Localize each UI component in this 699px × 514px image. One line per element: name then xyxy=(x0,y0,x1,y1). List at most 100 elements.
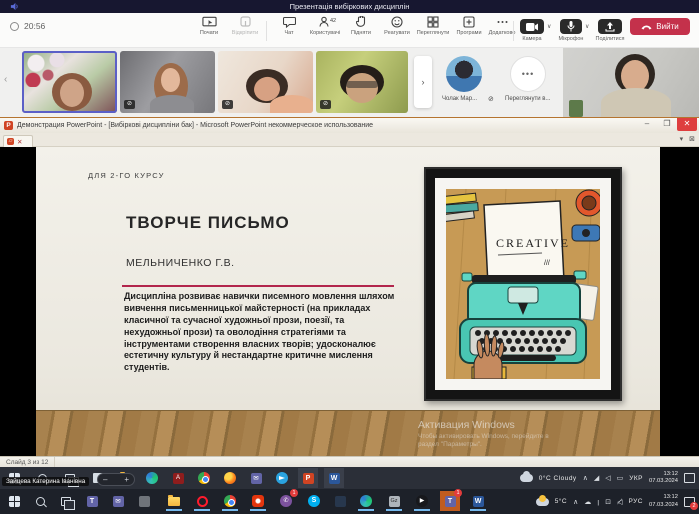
volume-icon[interactable]: ◁ xyxy=(605,474,610,482)
weather-text[interactable]: 5°C xyxy=(555,498,567,505)
viber-icon[interactable]: ✆1 xyxy=(276,491,296,511)
raise-hand-button[interactable]: Підняти xyxy=(344,16,378,36)
chat-button[interactable]: Чат xyxy=(272,16,306,36)
acrobat-icon[interactable]: A xyxy=(168,468,188,488)
video-tile-1[interactable] xyxy=(22,51,117,113)
clock[interactable]: 13:1207.03.2024 xyxy=(649,471,678,485)
search-button[interactable] xyxy=(30,491,50,511)
present-button[interactable]: Почати xyxy=(192,16,226,36)
mail-icon[interactable]: ✉ xyxy=(108,491,128,511)
leave-button[interactable]: Вийти xyxy=(630,18,690,35)
svg-text:///: /// xyxy=(544,260,550,267)
slideshow-tab[interactable]: ▱ ✕ xyxy=(3,135,33,147)
apps-icon xyxy=(463,16,475,28)
strip-scroll-right[interactable]: › xyxy=(414,56,432,108)
apps-button[interactable]: Програми xyxy=(452,16,486,36)
camera-button[interactable] xyxy=(520,19,544,34)
toolbar-separator xyxy=(513,21,514,41)
notification-icon[interactable]: 2 xyxy=(684,497,695,507)
slide-viewport: ДЛЯ 2-ГО КУРСУ ТВОРЧЕ ПИСЬМО МЕЛЬНИЧЕНКО… xyxy=(0,147,699,456)
mail-icon[interactable]: ✉ xyxy=(246,468,266,488)
display-cast-icon[interactable]: ⊡ xyxy=(605,498,611,506)
media-player-icon[interactable]: ▶ xyxy=(412,491,432,511)
unpin-icon xyxy=(239,16,252,28)
app-gz-icon[interactable]: Gz xyxy=(384,491,404,511)
weather-sun-cloud-icon[interactable] xyxy=(536,498,549,506)
mic-chevron[interactable]: ∨ xyxy=(585,23,589,30)
minimize-button[interactable]: – xyxy=(637,118,657,131)
language-indicator[interactable]: РУС xyxy=(628,498,643,505)
battery-icon[interactable]: ▭ xyxy=(617,474,624,482)
slide-kicker: ДЛЯ 2-ГО КУРСУ xyxy=(88,171,165,180)
video-tile-4[interactable]: ⊘ xyxy=(316,51,408,113)
mic-button[interactable] xyxy=(560,19,582,34)
react-button[interactable]: Реагувати xyxy=(380,16,414,36)
app-dark-icon[interactable] xyxy=(330,491,350,511)
slide-counter: Слайд 3 из 12 xyxy=(0,457,55,467)
firefox-icon[interactable] xyxy=(220,468,240,488)
task-view-button[interactable] xyxy=(56,491,76,511)
word-taskbar-icon[interactable]: W xyxy=(468,491,488,511)
zoom-out-icon[interactable]: – xyxy=(103,475,107,484)
chrome-icon[interactable] xyxy=(194,468,214,488)
teams-active-icon[interactable]: T1 xyxy=(440,491,460,511)
browser-red-icon[interactable] xyxy=(248,491,268,511)
dropdown-chevron-icon[interactable]: ▾ xyxy=(680,135,684,143)
video-tile-3[interactable]: ⊘ xyxy=(218,51,313,113)
timer-icon xyxy=(10,22,19,31)
telegram-icon[interactable] xyxy=(272,468,292,488)
coffee-cup xyxy=(572,190,600,241)
camera-chevron[interactable]: ∨ xyxy=(547,23,551,30)
tray-expand-icon[interactable]: ∧ xyxy=(583,474,588,482)
file-explorer-icon[interactable] xyxy=(164,491,184,511)
weather-cloud-icon[interactable] xyxy=(520,474,533,482)
unpin-button[interactable]: Відкріпити xyxy=(228,16,262,36)
muted-mic-icon: ⊘ xyxy=(124,100,135,109)
app-gray-icon[interactable] xyxy=(134,491,154,511)
more-icon xyxy=(496,16,509,28)
video-tile-speaker[interactable] xyxy=(563,48,699,117)
mic-tray-icon[interactable]: ꞁ xyxy=(597,498,599,506)
slide-icon: ▱ xyxy=(7,138,14,145)
start-button[interactable] xyxy=(4,491,24,511)
meeting-titlebar: Презентація вибіркових дисциплін xyxy=(0,0,699,13)
face xyxy=(161,68,180,92)
participant-avatar[interactable] xyxy=(446,56,482,92)
notification-icon[interactable] xyxy=(684,473,695,483)
restore-button[interactable]: ❐ xyxy=(657,118,677,131)
muted-mic-icon: ⊘ xyxy=(488,95,494,103)
video-tile-2[interactable]: ⊘ xyxy=(120,51,215,113)
tray-expand-icon[interactable]: ∧ xyxy=(573,498,578,506)
tab-close-icon[interactable]: ✕ xyxy=(17,138,22,146)
skype-icon[interactable]: S xyxy=(304,491,324,511)
view-button[interactable]: Переглянути xyxy=(416,16,450,36)
zoom-in-icon[interactable]: + xyxy=(124,475,129,484)
expand-icon[interactable]: ⊠ xyxy=(689,135,695,143)
weather-text[interactable]: 0°C Cloudy xyxy=(539,475,577,482)
opera-icon[interactable] xyxy=(192,491,212,511)
network-icon[interactable]: ◢ xyxy=(594,474,599,482)
speaker-icon xyxy=(10,2,19,11)
chrome-icon[interactable] xyxy=(220,491,240,511)
edge-icon[interactable] xyxy=(142,468,162,488)
overflow-participants-button[interactable]: ••• xyxy=(510,56,546,92)
edge-icon[interactable] xyxy=(356,491,376,511)
meeting-title: Презентація вибіркових дисциплін xyxy=(290,2,410,11)
participants-button[interactable]: 42 Користувачі xyxy=(308,16,342,36)
word-taskbar-icon[interactable]: W xyxy=(324,468,344,488)
volume-muted-icon[interactable]: ◁̸ xyxy=(617,498,622,506)
onedrive-icon[interactable]: ☁ xyxy=(584,498,591,506)
strip-scroll-left[interactable]: ‹ xyxy=(4,74,7,85)
slide-title: ТВОРЧЕ ПИСЬМО xyxy=(126,213,290,233)
ppt-tabstrip: ▱ ✕ ▾ ⊠ xyxy=(0,133,699,147)
share-button[interactable] xyxy=(598,19,622,34)
language-indicator[interactable]: УКР xyxy=(629,475,643,482)
participant-name: Чолак Мар... xyxy=(442,96,477,102)
teams-icon[interactable]: T xyxy=(82,491,102,511)
ppt-titlebar[interactable]: P Демонстрация PowerPoint - [Вибіркові д… xyxy=(0,117,699,133)
clock[interactable]: 13:1207.03.2024 xyxy=(649,494,678,508)
share-icon xyxy=(605,22,615,32)
powerpoint-taskbar-icon[interactable]: P xyxy=(298,468,318,488)
close-button[interactable]: ✕ xyxy=(677,118,697,131)
magnifier-control[interactable]: – + xyxy=(97,473,135,486)
